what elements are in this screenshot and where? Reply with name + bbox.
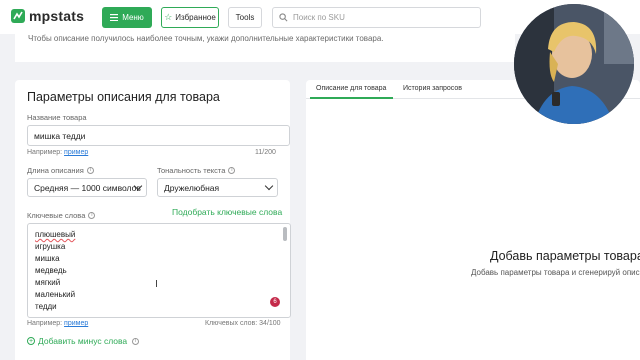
search-icon	[279, 13, 288, 22]
menu-button[interactable]: Меню	[102, 7, 152, 28]
active-tab-indicator	[310, 97, 393, 99]
tone-label: Тональность текста i	[157, 166, 236, 175]
tab-history[interactable]: История запросов	[403, 85, 462, 92]
empty-state-subtitle: Добавь параметры товара и сгенерируй опи…	[471, 268, 640, 277]
tools-label: Tools	[235, 13, 255, 22]
product-name-label: Название товара	[27, 113, 87, 122]
presenter-video-image	[514, 4, 634, 124]
pick-keywords-link[interactable]: Подобрать ключевые слова	[172, 207, 282, 217]
info-icon[interactable]: i	[228, 167, 236, 174]
product-name-label-text: Название товара	[27, 113, 87, 122]
search-input[interactable]	[293, 13, 463, 22]
logo-icon	[11, 9, 25, 23]
length-value: Средняя — 1000 символов	[34, 182, 141, 193]
keyword-item: плюшевый	[35, 230, 76, 239]
tools-button[interactable]: Tools	[228, 7, 262, 28]
keyword-item: мишка	[35, 254, 60, 263]
keyword-item: тедди	[35, 302, 57, 311]
tone-select[interactable]: Дружелюбная	[157, 178, 278, 197]
hint-strip: Чтобы описание получилось наиболее точны…	[15, 34, 515, 62]
product-name-example: Например: пример	[27, 149, 88, 156]
tone-label-text: Тональность текста	[157, 166, 226, 175]
textarea-scrollbar[interactable]	[283, 227, 287, 241]
keywords-textarea[interactable]: плюшевый игрушка мишка медведь мягкий ма…	[27, 223, 291, 318]
favorites-button[interactable]: ☆ Избранное	[161, 7, 219, 28]
tone-value: Дружелюбная	[164, 182, 220, 193]
keyword-item: игрушка	[35, 242, 66, 251]
length-label: Длина описания i	[27, 166, 94, 175]
example-link[interactable]: пример	[64, 149, 88, 156]
product-name-field[interactable]: мишка тедди	[27, 125, 290, 146]
text-cursor	[156, 280, 157, 287]
info-icon[interactable]: i	[88, 212, 96, 219]
keywords-counter: Ключевых слов: 34/100	[205, 320, 281, 327]
length-select[interactable]: Средняя — 1000 символов	[27, 178, 147, 197]
plus-icon: +	[27, 337, 35, 345]
chevron-down-icon	[264, 181, 274, 191]
favorites-label: Избранное	[175, 13, 216, 22]
description-params-panel: Параметры описания для товара Название т…	[15, 80, 291, 360]
keywords-label: Ключевые слова i	[27, 211, 96, 220]
add-minus-words-link[interactable]: + Добавить минус слова i	[27, 336, 140, 346]
keywords-example: Например: пример	[27, 320, 88, 327]
tab-description[interactable]: Описание для товара	[316, 85, 386, 92]
hint-text: Чтобы описание получилось наиболее точны…	[28, 34, 384, 43]
keyword-item: медведь	[35, 266, 67, 275]
example-link[interactable]: пример	[64, 320, 88, 327]
add-minus-words-label: Добавить минус слова	[38, 336, 128, 346]
keywords-label-text: Ключевые слова	[27, 211, 86, 220]
example-prefix: Например:	[27, 149, 63, 156]
example-prefix: Например:	[27, 320, 63, 327]
product-name-counter: 11/200	[255, 149, 276, 156]
length-label-text: Длина описания	[27, 166, 84, 175]
empty-state-title: Добавь параметры товара	[490, 249, 640, 263]
result-panel: Описание для товара История запросов Доб…	[306, 80, 640, 360]
logo[interactable]: mpstats	[10, 8, 84, 24]
hamburger-icon	[110, 14, 119, 21]
sku-search[interactable]	[272, 7, 481, 28]
spellcheck-badge[interactable]: 6	[270, 297, 280, 307]
info-icon[interactable]: i	[132, 337, 140, 345]
panel-title: Параметры описания для товара	[27, 90, 220, 104]
keyword-item: маленький	[35, 290, 76, 299]
product-name-value: мишка тедди	[34, 130, 86, 141]
star-icon: ☆	[164, 12, 173, 22]
webcam-overlay	[514, 4, 634, 124]
logo-text: mpstats	[29, 8, 85, 24]
menu-label: Меню	[122, 13, 144, 22]
info-icon[interactable]: i	[86, 167, 94, 174]
keyword-item: мягкий	[35, 278, 61, 287]
